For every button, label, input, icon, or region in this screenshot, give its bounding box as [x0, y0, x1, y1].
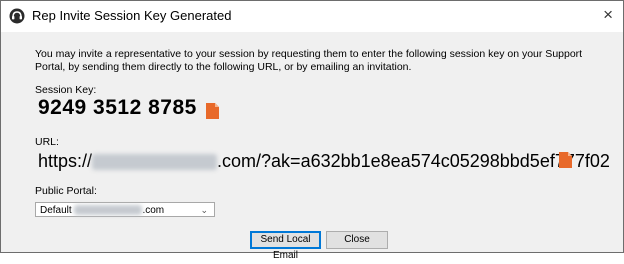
- close-button[interactable]: Close: [326, 231, 388, 249]
- public-portal-select[interactable]: Default .com ⌄: [35, 202, 215, 217]
- dialog-content: You may invite a representative to your …: [1, 32, 623, 261]
- send-local-email-button[interactable]: Send Local Email: [250, 231, 321, 261]
- url-suffix: .com/?ak=a632bb1e8ea574c05298bbd5ef777f0…: [217, 151, 610, 171]
- session-key-label: Session Key:: [35, 84, 97, 96]
- title-bar: Rep Invite Session Key Generated ×: [1, 1, 623, 31]
- redacted-domain: [92, 154, 218, 171]
- headset-icon: [9, 8, 25, 24]
- window-title: Rep Invite Session Key Generated: [32, 8, 232, 23]
- session-url: https:// .com/?ak=a632bb1e8ea574c05298bbd…: [38, 151, 610, 172]
- close-window-button[interactable]: ×: [603, 5, 613, 25]
- url-prefix: https://: [38, 151, 93, 171]
- instructions-text: You may invite a representative to your …: [35, 48, 583, 73]
- copy-icon[interactable]: [206, 103, 219, 119]
- dialog-window: Rep Invite Session Key Generated × You m…: [0, 0, 624, 261]
- public-portal-label: Public Portal:: [35, 185, 97, 197]
- portal-suffix: .com: [142, 205, 165, 216]
- session-key-value: 9249 3512 8785: [38, 96, 197, 119]
- copy-icon[interactable]: [559, 152, 572, 168]
- portal-prefix: Default: [40, 205, 72, 216]
- url-label: URL:: [35, 136, 59, 148]
- redacted-portal: [74, 205, 143, 216]
- chevron-down-icon: ⌄: [200, 205, 208, 215]
